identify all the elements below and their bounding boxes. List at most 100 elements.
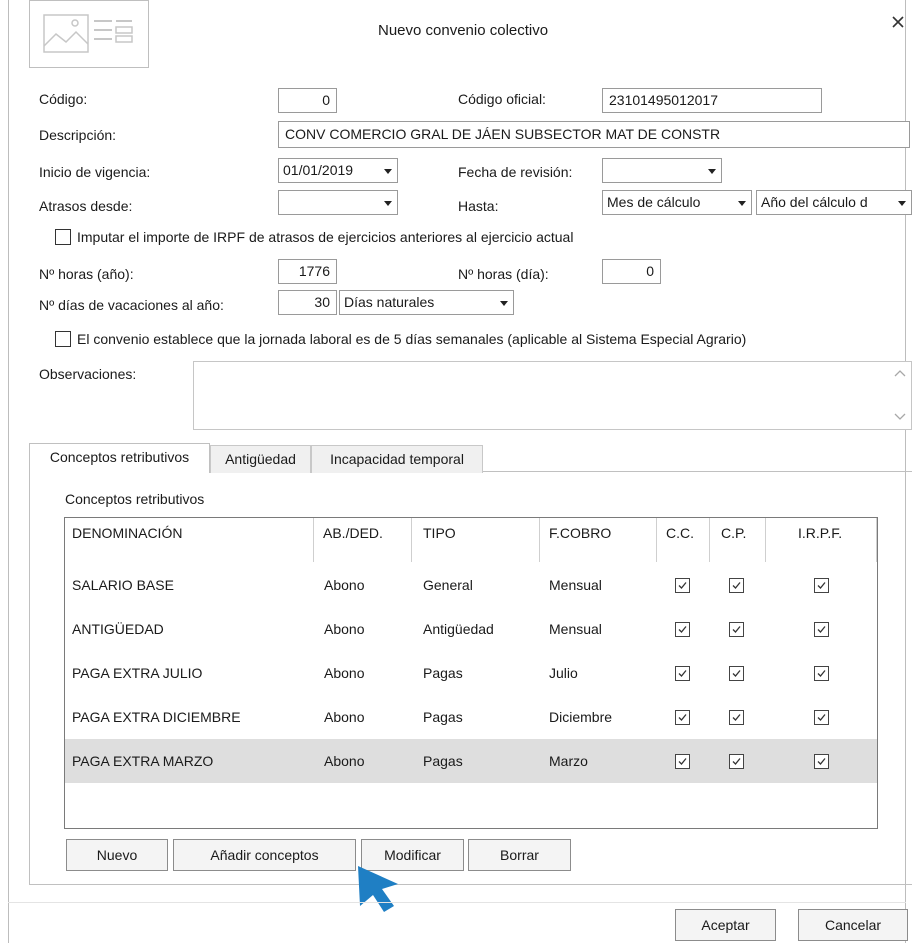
cell-denominacion: SALARIO BASE (72, 577, 174, 593)
header-cc[interactable]: C.C. (666, 525, 694, 541)
horas-dia-input[interactable]: 0 (602, 259, 661, 284)
chevron-down-icon[interactable] (377, 159, 397, 182)
cp-checkbox[interactable] (729, 666, 744, 681)
hasta-mes-select[interactable]: Mes de cálculo (602, 190, 752, 215)
jornada-label: El convenio establece que la jornada lab… (77, 331, 747, 347)
cc-checkbox[interactable] (675, 622, 690, 637)
chevron-down-icon[interactable] (377, 191, 397, 214)
chevron-down-icon[interactable] (731, 191, 751, 214)
scrollbar[interactable] (889, 362, 911, 429)
cell-tipo: Pagas (423, 709, 463, 725)
horas-anio-label: Nº horas (año): (39, 266, 134, 282)
table-row[interactable]: ANTIGÜEDAD Abono Antigüedad Mensual (65, 607, 877, 651)
inicio-vigencia-date[interactable]: 01/01/2019 (278, 158, 398, 183)
cell-abded: Abono (324, 621, 365, 637)
chevron-down-icon[interactable] (891, 191, 911, 214)
imputar-checkbox[interactable] (55, 229, 71, 245)
cell-abded: Abono (324, 665, 365, 681)
cell-fcobro: Marzo (549, 753, 588, 769)
cc-checkbox[interactable] (675, 578, 690, 593)
jornada-checkbox[interactable] (55, 331, 71, 347)
chevron-down-icon[interactable] (493, 291, 513, 314)
nuevo-button[interactable]: Nuevo (66, 839, 168, 871)
table-row-selected[interactable]: PAGA EXTRA MARZO Abono Pagas Marzo (65, 739, 877, 783)
codigo-input[interactable]: 0 (278, 88, 337, 113)
cell-fcobro: Diciembre (549, 709, 613, 725)
header-fcobro[interactable]: F.COBRO (549, 525, 611, 541)
table-header-row (65, 518, 877, 562)
horas-dia-label: Nº horas (día): (458, 266, 549, 282)
cp-checkbox[interactable] (729, 622, 744, 637)
cell-fcobro: Mensual (549, 577, 602, 593)
cell-tipo: Antigüedad (423, 621, 494, 637)
cc-checkbox[interactable] (675, 710, 690, 725)
cell-denominacion: ANTIGÜEDAD (72, 621, 164, 637)
vacaciones-tipo-value: Días naturales (344, 294, 435, 310)
cell-denominacion: PAGA EXTRA JULIO (72, 665, 203, 681)
observaciones-textarea[interactable] (193, 361, 912, 430)
cc-checkbox[interactable] (675, 754, 690, 769)
cell-fcobro: Mensual (549, 621, 602, 637)
cell-abded: Abono (324, 577, 365, 593)
fecha-revision-date[interactable] (602, 158, 722, 183)
header-image-icon (29, 0, 149, 68)
codigo-oficial-input[interactable]: 23101495012017 (602, 88, 822, 113)
cell-denominacion: PAGA EXTRA DICIEMBRE (72, 709, 241, 725)
anadir-conceptos-button[interactable]: Añadir conceptos (173, 839, 356, 871)
observaciones-label: Observaciones: (39, 366, 137, 382)
footer-divider (8, 902, 906, 903)
irpf-checkbox[interactable] (814, 754, 829, 769)
cell-denominacion: PAGA EXTRA MARZO (72, 753, 214, 769)
table-row[interactable]: PAGA EXTRA DICIEMBRE Abono Pagas Diciemb… (65, 695, 877, 739)
vacaciones-label: Nº días de vacaciones al año: (39, 297, 224, 313)
fecha-revision-label: Fecha de revisión: (458, 164, 573, 180)
cancelar-button[interactable]: Cancelar (798, 909, 908, 941)
horas-anio-input[interactable]: 1776 (278, 259, 337, 284)
aceptar-button[interactable]: Aceptar (675, 909, 776, 941)
hasta-mes-value: Mes de cálculo (607, 194, 701, 210)
mouse-cursor-icon (354, 862, 404, 914)
table-row[interactable]: SALARIO BASE Abono General Mensual (65, 563, 877, 607)
cp-checkbox[interactable] (729, 754, 744, 769)
cell-abded: Abono (324, 753, 365, 769)
cell-fcobro: Julio (549, 665, 578, 681)
hasta-anio-select[interactable]: Año del cálculo d (756, 190, 912, 215)
cell-tipo: Pagas (423, 753, 463, 769)
cell-abded: Abono (324, 709, 365, 725)
irpf-checkbox[interactable] (814, 622, 829, 637)
inicio-vigencia-value: 01/01/2019 (283, 162, 354, 178)
cp-checkbox[interactable] (729, 578, 744, 593)
tab-incapacidad-temporal[interactable]: Incapacidad temporal (311, 445, 483, 473)
header-irpf[interactable]: I.R.P.F. (798, 525, 842, 541)
cell-tipo: Pagas (423, 665, 463, 681)
cp-checkbox[interactable] (729, 710, 744, 725)
imputar-label: Imputar el importe de IRPF de atrasos de… (77, 229, 574, 245)
tab-antiguedad[interactable]: Antigüedad (210, 445, 311, 473)
atrasos-select[interactable] (278, 190, 398, 215)
header-denominacion[interactable]: DENOMINACIÓN (72, 525, 182, 541)
inicio-vigencia-label: Inicio de vigencia: (39, 164, 151, 180)
irpf-checkbox[interactable] (814, 666, 829, 681)
irpf-checkbox[interactable] (814, 578, 829, 593)
conceptos-section-title: Conceptos retributivos (65, 491, 205, 507)
codigo-label: Código: (39, 91, 88, 107)
cc-checkbox[interactable] (675, 666, 690, 681)
hasta-label: Hasta: (458, 198, 499, 214)
cell-tipo: General (423, 577, 473, 593)
header-cp[interactable]: C.P. (721, 525, 746, 541)
header-tipo[interactable]: TIPO (423, 525, 456, 541)
header-abded[interactable]: AB./DED. (323, 525, 383, 541)
close-icon[interactable] (890, 14, 906, 30)
chevron-down-icon[interactable] (701, 159, 721, 182)
vacaciones-input[interactable]: 30 (278, 290, 337, 315)
codigo-oficial-label: Código oficial: (458, 91, 546, 107)
window-title: Nuevo convenio colectivo (378, 22, 549, 39)
hasta-anio-value: Año del cálculo d (761, 194, 868, 210)
descripcion-input[interactable]: CONV COMERCIO GRAL DE JÁEN SUBSECTOR MAT… (278, 121, 910, 148)
tab-conceptos-retributivos[interactable]: Conceptos retributivos (29, 443, 210, 473)
irpf-checkbox[interactable] (814, 710, 829, 725)
table-row[interactable]: PAGA EXTRA JULIO Abono Pagas Julio (65, 651, 877, 695)
descripcion-label: Descripción: (39, 127, 117, 143)
vacaciones-tipo-select[interactable]: Días naturales (339, 290, 514, 315)
borrar-button[interactable]: Borrar (468, 839, 571, 871)
